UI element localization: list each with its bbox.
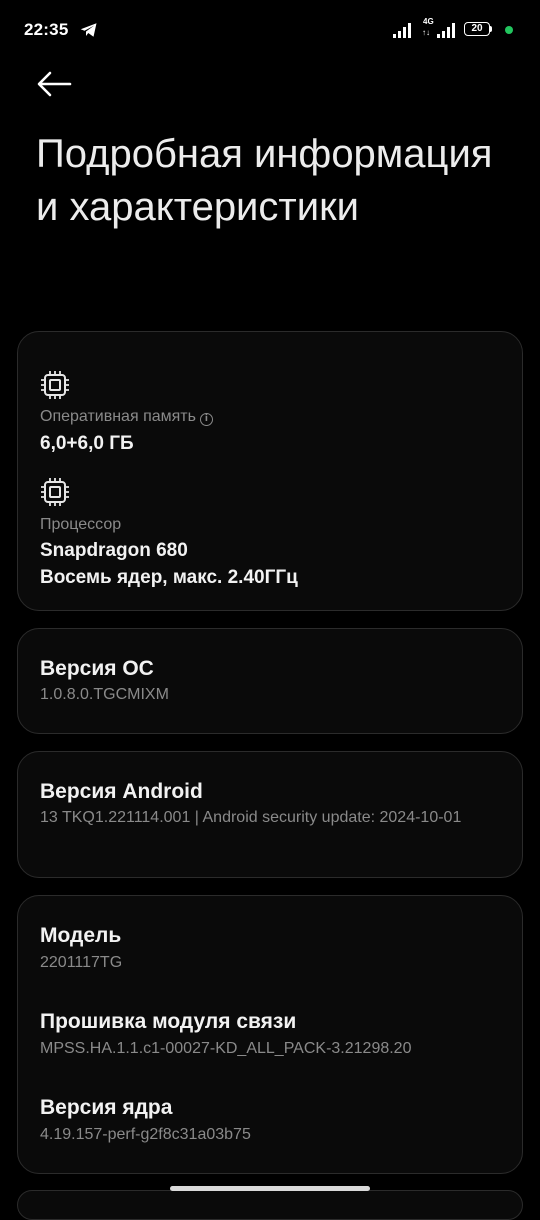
baseband-title: Прошивка модуля связи <box>40 1010 297 1033</box>
privacy-indicator-dot <box>505 26 513 34</box>
arrow-left-icon <box>37 71 72 97</box>
ram-label-text: Оперативная память <box>40 408 196 425</box>
battery-icon: 20 <box>464 22 494 38</box>
back-button[interactable] <box>34 66 74 102</box>
processor-chip-icon <box>41 478 69 506</box>
home-indicator[interactable] <box>170 1186 370 1191</box>
model-value: 2201117TG <box>40 954 123 971</box>
specs-card: Оперативная память i 6,0+6,0 ГБ Процессор… <box>17 331 523 611</box>
network-type-label: 4G <box>423 17 434 26</box>
processor-model: Snapdragon 680 <box>40 540 188 561</box>
battery-level: 20 <box>464 22 490 36</box>
ram-value: 6,0+6,0 ГБ <box>40 433 134 454</box>
signal-strength-icon-1 <box>393 23 411 38</box>
signal-strength-icon-2 <box>437 23 455 38</box>
android-version-title: Версия Android <box>40 780 203 803</box>
status-bar: 22:35 4G ↑↓ 20 <box>0 0 540 60</box>
os-version-card[interactable]: Версия ОС 1.0.8.0.TGCMIXM <box>17 628 523 734</box>
baseband-value: MPSS.HA.1.1.c1-00027-KD_ALL_PACK-3.21298… <box>40 1040 412 1057</box>
device-info-card: Модель 2201117TG Прошивка модуля связи M… <box>17 895 523 1174</box>
page-title: Подробная информация и характеристики <box>36 132 493 229</box>
kernel-value: 4.19.157-perf-g2f8c31a03b75 <box>40 1126 251 1143</box>
network-activity-icon: ↑↓ <box>422 28 430 37</box>
ram-label: Оперативная память i <box>40 408 213 426</box>
model-title: Модель <box>40 924 122 947</box>
battery-tip <box>490 26 492 32</box>
next-card-partial <box>17 1190 523 1220</box>
android-version-card[interactable]: Версия Android 13 TKQ1.221114.001 | Andr… <box>17 751 523 878</box>
memory-chip-icon <box>41 371 69 399</box>
info-icon[interactable]: i <box>199 413 213 426</box>
android-version-value: 13 TKQ1.221114.001 | Android security up… <box>40 809 462 826</box>
kernel-title: Версия ядра <box>40 1096 173 1119</box>
telegram-icon <box>80 23 97 37</box>
processor-label: Процессор <box>40 516 122 533</box>
processor-cores: Восемь ядер, макс. 2.40ГГц <box>40 567 298 588</box>
os-version-value: 1.0.8.0.TGCMIXM <box>40 686 169 703</box>
status-time: 22:35 <box>24 20 69 39</box>
os-version-title: Версия ОС <box>40 657 154 680</box>
